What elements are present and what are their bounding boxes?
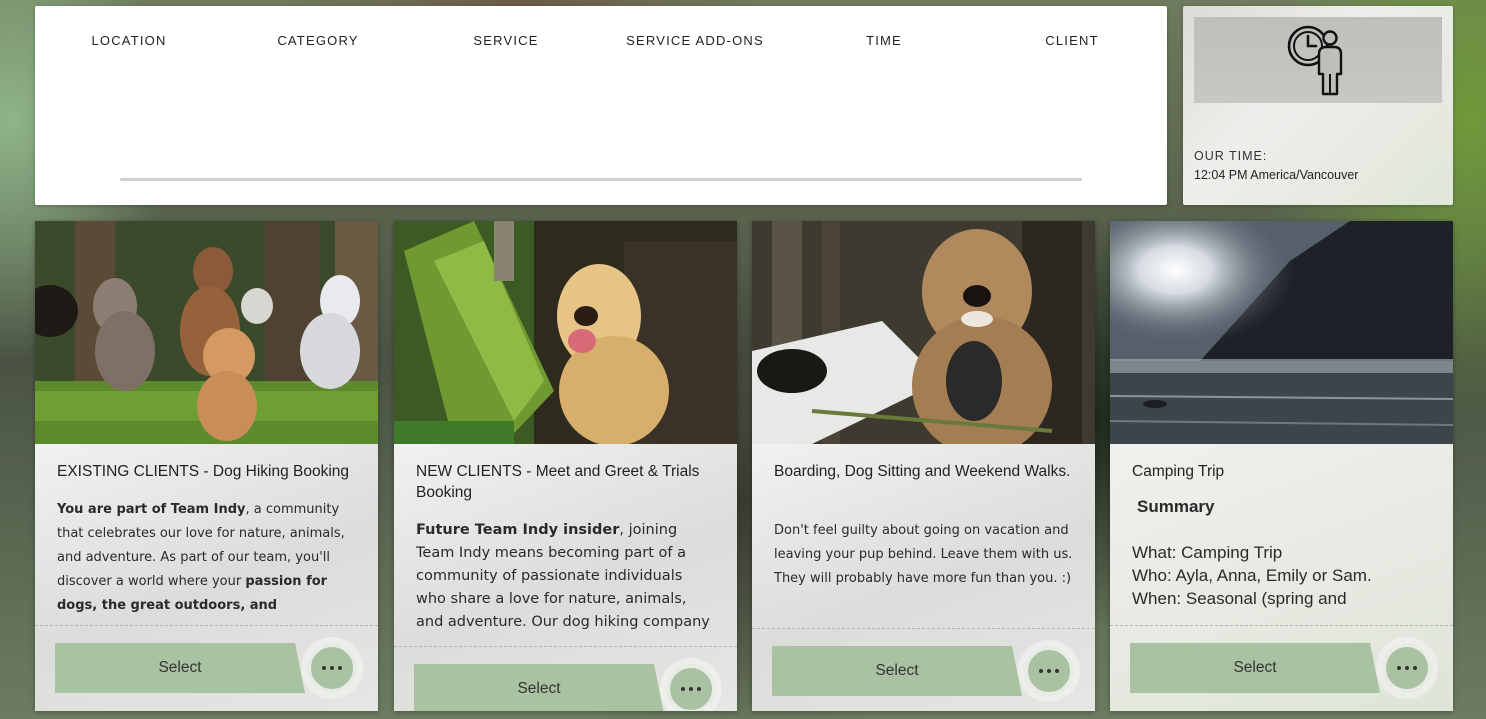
our-time-label: OUR TIME: xyxy=(1194,149,1268,163)
select-button[interactable]: Select xyxy=(1130,643,1380,693)
service-card-boarding[interactable]: Boarding, Dog Sitting and Weekend Walks.… xyxy=(752,221,1095,711)
our-time-value: 12:04 PM America/Vancouver xyxy=(1194,168,1359,182)
misty-lake-photo xyxy=(1110,221,1453,444)
card-divider xyxy=(1110,625,1453,626)
more-options-button[interactable] xyxy=(1024,646,1074,696)
card-description: You are part of Team Indy, a community t… xyxy=(57,498,357,613)
booking-steps-panel: LOCATION CATEGORY SERVICE SERVICE ADD-ON… xyxy=(35,6,1167,205)
select-button[interactable]: Select xyxy=(55,643,305,693)
our-time-panel: OUR TIME: 12:04 PM America/Vancouver xyxy=(1183,6,1453,205)
more-options-button[interactable] xyxy=(307,643,357,693)
summary-line: When: Seasonal (spring and xyxy=(1132,589,1347,608)
dog-pack-forest-photo xyxy=(35,221,378,444)
card-title: NEW CLIENTS - Meet and Greet & Trials Bo… xyxy=(416,463,700,501)
step-service[interactable]: SERVICE xyxy=(426,33,586,48)
clock-icon-box xyxy=(1194,17,1442,103)
more-horizontal-icon xyxy=(1397,666,1401,670)
summary-line: What: Camping Trip xyxy=(1132,543,1283,562)
step-time[interactable]: TIME xyxy=(804,33,964,48)
more-options-button[interactable] xyxy=(666,664,716,711)
service-card-new-clients[interactable]: NEW CLIENTS - Meet and Greet & Trials Bo… xyxy=(394,221,737,711)
card-divider xyxy=(752,628,1095,629)
summary-line: Who: Ayla, Anna, Emily or Sam. xyxy=(1132,566,1372,585)
step-service-add-ons[interactable]: SERVICE ADD-ONS xyxy=(615,33,775,48)
card-description-bold: Future Team Indy insider xyxy=(416,522,620,538)
service-card-camping-trip[interactable]: Camping Trip Summary What: Camping Trip … xyxy=(1110,221,1453,711)
doodle-dog-photo xyxy=(752,221,1095,444)
card-description: Don't feel guilty about going on vacatio… xyxy=(774,523,1073,586)
card-description-bold: You are part of Team Indy xyxy=(57,502,246,517)
card-divider xyxy=(394,646,737,647)
golden-retriever-photo xyxy=(394,221,737,444)
more-horizontal-icon xyxy=(681,687,685,691)
clock-person-icon xyxy=(1287,25,1343,96)
more-horizontal-icon xyxy=(1039,669,1043,673)
step-client[interactable]: CLIENT xyxy=(992,33,1152,48)
summary-heading: Summary xyxy=(1137,497,1215,516)
card-description: Future Team Indy insider, joining Team I… xyxy=(416,519,716,631)
more-options-button[interactable] xyxy=(1382,643,1432,693)
card-title: Camping Trip xyxy=(1132,463,1225,480)
service-card-existing-clients[interactable]: EXISTING CLIENTS - Dog Hiking Booking Yo… xyxy=(35,221,378,711)
card-title: Boarding, Dog Sitting and Weekend Walks. xyxy=(774,463,1071,480)
card-description-text: , joining Team Indy means becoming part … xyxy=(416,522,710,630)
card-divider xyxy=(35,625,378,626)
step-category[interactable]: CATEGORY xyxy=(238,33,398,48)
progress-track xyxy=(120,178,1082,181)
card-title: EXISTING CLIENTS - Dog Hiking Booking xyxy=(57,463,350,480)
select-button[interactable]: Select xyxy=(414,664,664,711)
step-location[interactable]: LOCATION xyxy=(49,33,209,48)
more-horizontal-icon xyxy=(322,666,326,670)
select-button[interactable]: Select xyxy=(772,646,1022,696)
